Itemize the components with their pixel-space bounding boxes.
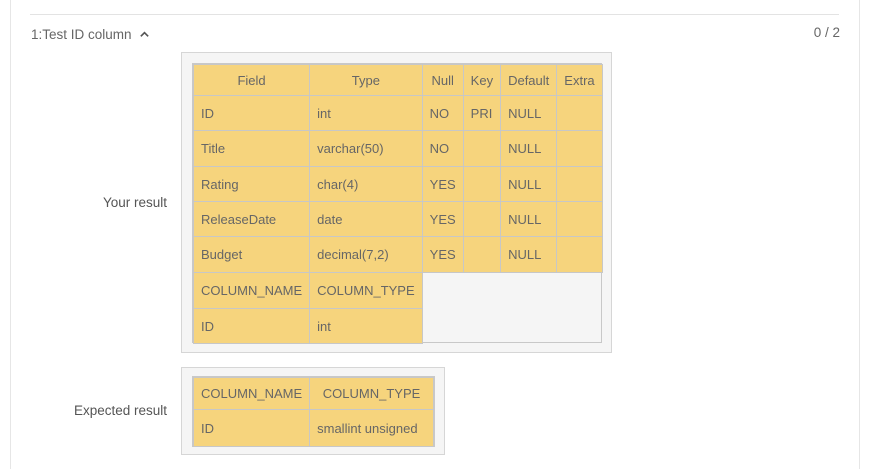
table-cell: YES [421, 201, 464, 237]
expected-result-panel: COLUMN_NAME COLUMN_TYPE ID smallint unsigne… [181, 367, 445, 455]
column-header: Field [192, 64, 311, 96]
table-cell: decimal(7,2) [309, 236, 423, 273]
empty-cell [422, 273, 602, 309]
expected-result-table: COLUMN_NAME COLUMN_TYPE ID smallint unsigne… [192, 377, 434, 447]
table-cell [556, 166, 603, 202]
table-cell: smallint unsigned [309, 409, 434, 447]
table-row: ID int [192, 308, 603, 344]
table-cell: NO [421, 130, 464, 167]
chevron-up-icon [139, 30, 149, 37]
column-header: Extra [556, 64, 603, 96]
table-row: ReleaseDate date YES NULL [192, 201, 603, 237]
table-cell: char(4) [309, 166, 423, 202]
table-cell: NULL [500, 166, 558, 202]
table-header-row: COLUMN_NAME COLUMN_TYPE [192, 377, 434, 410]
table-cell: PRI [462, 95, 502, 131]
table-cell: YES [421, 236, 464, 273]
table-cell: NULL [500, 201, 558, 237]
table-row: Rating char(4) YES NULL [192, 166, 603, 202]
test-title: 1:Test ID column [31, 26, 132, 42]
column-header: Null [421, 64, 464, 96]
table-cell: int [309, 95, 423, 131]
table-cell: Budget [192, 236, 311, 273]
table-cell: varchar(50) [309, 130, 423, 167]
column-header: Default [500, 64, 558, 96]
table-row: Title varchar(50) NO NULL [192, 130, 603, 167]
table-cell: ID [192, 95, 311, 131]
table-cell: Title [192, 130, 311, 167]
table-row: Budget decimal(7,2) YES NULL [192, 236, 603, 273]
table-cell: COLUMN_TYPE [309, 377, 434, 410]
table-cell: YES [421, 166, 464, 202]
your-result-table-frame: Field Type Null Key Default Extra ID int NO PRI NU… [192, 63, 603, 344]
table-cell: NULL [500, 236, 558, 273]
divider [30, 14, 839, 15]
table-cell [462, 201, 502, 237]
table-cell: NO [421, 95, 464, 131]
table-cell [556, 130, 603, 167]
expected-result-table-frame: COLUMN_NAME COLUMN_TYPE ID smallint unsigne… [192, 376, 435, 447]
table-cell [462, 166, 502, 202]
table-cell: ID [192, 409, 311, 447]
table-cell [462, 130, 502, 167]
empty-cell [422, 309, 602, 344]
table-row: ID smallint unsigned [192, 409, 434, 447]
table-cell: date [309, 201, 423, 237]
table-cell: COLUMN_NAME [192, 272, 311, 309]
column-header: Type [309, 64, 423, 96]
your-result-table: Field Type Null Key Default Extra ID int NO PRI NU… [192, 64, 603, 344]
test-score: 0 / 2 [813, 25, 840, 40]
table-cell: COLUMN_TYPE [309, 272, 423, 309]
table-cell: ReleaseDate [192, 201, 311, 237]
table-cell [556, 236, 603, 273]
table-cell [556, 201, 603, 237]
table-cell: Rating [192, 166, 311, 202]
table-cell [462, 236, 502, 273]
table-cell: int [309, 308, 423, 344]
table-header-row: COLUMN_NAME COLUMN_TYPE [192, 272, 603, 309]
your-result-panel: Field Type Null Key Default Extra ID int NO PRI NU… [181, 52, 612, 353]
test-toggle[interactable]: 1:Test ID column [31, 25, 150, 43]
table-cell [556, 95, 603, 131]
table-cell: NULL [500, 130, 558, 167]
table-header-row: Field Type Null Key Default Extra [192, 64, 603, 96]
table-cell: ID [192, 308, 311, 344]
table-row: ID int NO PRI NULL [192, 95, 603, 131]
table-cell: COLUMN_NAME [192, 377, 311, 410]
your-result-label: Your result [102, 195, 167, 210]
table-cell: NULL [500, 95, 558, 131]
column-header: Key [462, 64, 502, 96]
expected-result-label: Expected result [73, 403, 167, 418]
